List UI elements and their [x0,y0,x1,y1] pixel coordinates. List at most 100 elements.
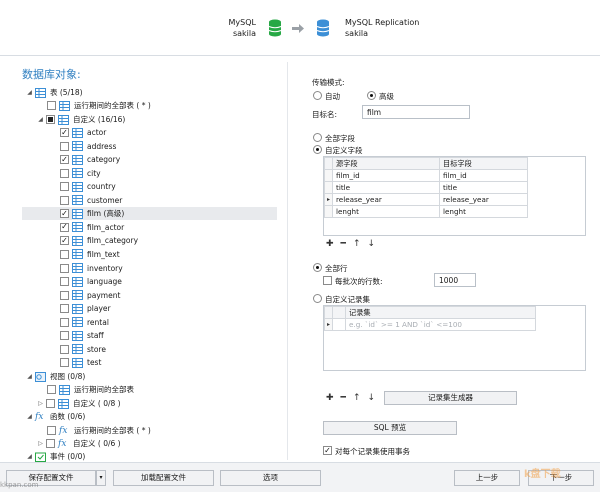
checkbox[interactable] [60,344,69,354]
move-down-icon[interactable]: ↓ [368,393,376,403]
tree-node-table[interactable]: ✓ actor [60,126,106,139]
tree-node-tables[interactable]: ◢ 表 (5/18) [26,86,83,99]
checkbox[interactable] [47,426,56,435]
collapse-icon[interactable]: ◢ [26,373,33,380]
tree-node-views-runtime-all[interactable]: 运行期间的全部表 [47,383,134,396]
checkbox[interactable] [60,249,69,259]
tree-node-table[interactable]: test [60,356,101,369]
target-field-cell[interactable]: title [439,181,528,194]
collapse-icon[interactable]: ◢ [26,453,33,460]
tree-node-table[interactable]: city [60,167,101,180]
tree-node-views-custom[interactable]: ▷ 自定义 ( 0/8 ) [37,397,121,410]
source-field-cell[interactable]: title [332,181,440,194]
tree-node-views[interactable]: ◢ 视图 (0/8) [26,370,85,383]
checkbox[interactable] [47,385,56,394]
all-rows-label: 全部行 [325,264,348,273]
checkbox-checked[interactable]: ✓ [60,236,69,246]
save-profile-dropdown-icon[interactable]: ▾ [96,470,106,486]
tree-node-functions[interactable]: ◢ fx 函数 (0/6) [26,410,85,423]
tree-node-table[interactable]: ✓ film_category [60,234,138,247]
checkbox[interactable] [60,168,69,178]
checkbox[interactable] [60,331,69,341]
tree-node-table[interactable]: player [60,302,111,315]
target-name-input[interactable]: film [362,105,470,119]
tree-node-table[interactable]: ✓ category [60,153,120,166]
checkbox[interactable] [60,290,69,300]
tree-node-table[interactable]: language [60,275,122,288]
target-field-cell[interactable]: film_id [439,169,528,182]
move-down-icon[interactable]: ↓ [368,239,376,249]
tree-node-functions-custom[interactable]: ▷ fx 自定义 ( 0/6 ) [37,437,120,450]
table-row[interactable]: ▸ release_year release_year [324,193,528,206]
options-button[interactable]: 选项 [220,470,321,486]
back-button[interactable]: 上一步 [454,470,520,486]
table-row[interactable]: film_id film_id [324,169,528,182]
tree-node-table[interactable]: rental [60,316,109,329]
remove-icon[interactable]: ━ [341,393,346,403]
custom-fields-radio[interactable] [313,145,322,154]
source-field-cell[interactable]: release_year [332,193,440,206]
tree-node-table[interactable]: staff [60,329,104,342]
all-fields-radio[interactable] [313,133,322,142]
recordset-grid: 记录集 ▸ e.g. `id` >= 1 AND `id` <=100 [323,305,586,371]
target-field-cell[interactable]: release_year [439,193,528,206]
tree-node-tables-custom[interactable]: ◢ 自定义 (16/16) [37,113,125,126]
checkbox-checked[interactable]: ✓ [60,209,69,219]
source-field-cell[interactable]: film_id [332,169,440,182]
all-rows-radio[interactable] [313,263,322,272]
recordset-generator-button[interactable]: 记录集生成器 [384,391,517,405]
checkbox[interactable] [47,101,56,110]
load-profile-button[interactable]: 加载配置文件 [113,470,214,486]
custom-recordset-radio[interactable] [313,294,322,303]
tree-node-table[interactable]: ✓ film (高级) [22,207,277,221]
tree-node-table[interactable]: customer [60,194,122,207]
mode-advanced-radio[interactable] [367,91,376,100]
sql-preview-button[interactable]: SQL 预览 [323,421,457,435]
checkbox[interactable] [60,304,69,314]
batch-rows-input[interactable]: 1000 [434,273,476,287]
checkbox-checked[interactable]: ✓ [60,222,69,232]
tree-node-table[interactable]: film_text [60,248,120,261]
tree-node-functions-runtime-all[interactable]: fx 运行期间的全部表 ( * ) [47,424,151,437]
checkbox[interactable] [60,263,69,273]
remove-icon[interactable]: ━ [341,239,346,249]
checkbox[interactable] [60,182,69,192]
tree-node-tables-runtime-all[interactable]: 运行期间的全部表 ( * ) [47,99,151,112]
collapse-icon[interactable]: ◢ [37,116,44,123]
add-icon[interactable]: ✚ [326,239,334,249]
checkbox[interactable] [60,195,69,205]
checkbox-partial[interactable] [46,115,55,124]
tree-node-table[interactable]: store [60,343,106,356]
move-up-icon[interactable]: ↑ [353,239,361,249]
checkbox-checked[interactable]: ✓ [60,155,69,165]
checkbox[interactable] [60,358,69,368]
target-field-cell[interactable]: lenght [439,205,528,218]
move-up-icon[interactable]: ↑ [353,393,361,403]
checkbox[interactable] [60,141,69,151]
checkbox[interactable] [46,399,55,408]
expand-icon[interactable]: ▷ [37,440,44,447]
tree-node-table[interactable]: payment [60,289,120,302]
batch-rows-checkbox[interactable] [323,276,332,285]
recordset-input[interactable]: e.g. `id` >= 1 AND `id` <=100 [345,318,536,331]
source-field-cell[interactable]: lenght [332,205,440,218]
tree-node-table[interactable]: country [60,180,116,193]
collapse-icon[interactable]: ◢ [26,89,33,96]
table-row[interactable]: ▸ e.g. `id` >= 1 AND `id` <=100 [324,318,536,331]
checkbox[interactable] [46,439,55,448]
tree-label: film_category [87,236,139,246]
add-icon[interactable]: ✚ [326,393,334,403]
expand-icon[interactable]: ▷ [37,400,44,407]
checkbox[interactable] [60,277,69,287]
mode-auto-radio[interactable] [313,91,322,100]
checkbox-checked[interactable]: ✓ [60,128,69,137]
table-row[interactable]: lenght lenght [324,205,528,218]
table-icon [72,154,83,165]
use-transaction-checkbox[interactable]: ✓ [323,446,332,455]
table-row[interactable]: title title [324,181,528,194]
checkbox[interactable] [60,317,69,327]
tree-node-table[interactable]: ✓ film_actor [60,221,124,234]
tree-node-table[interactable]: inventory [60,262,123,275]
collapse-icon[interactable]: ◢ [26,413,33,420]
tree-node-table[interactable]: address [60,140,116,153]
